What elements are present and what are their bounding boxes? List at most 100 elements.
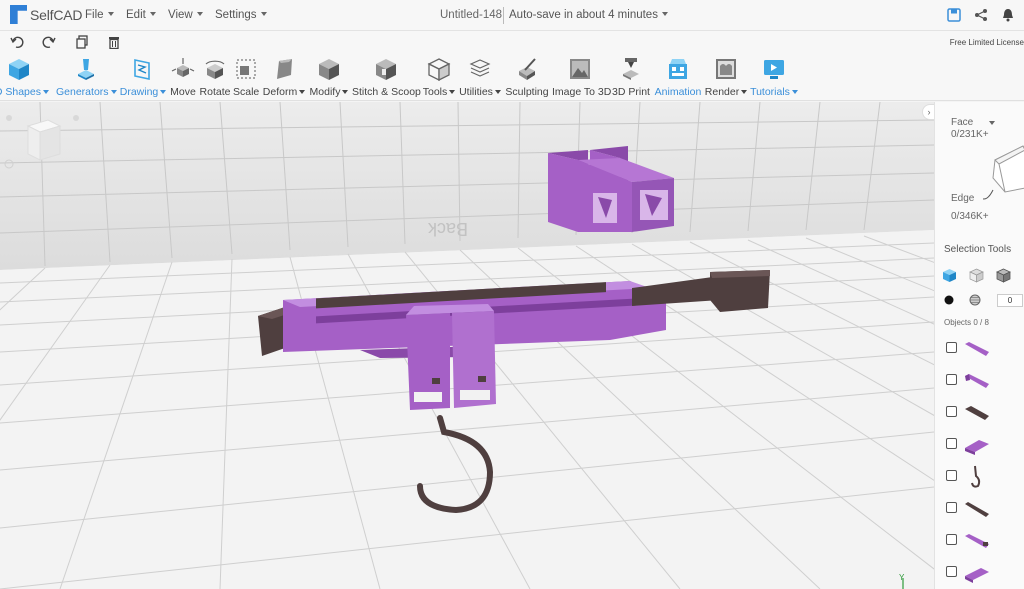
- object-checkbox[interactable]: [946, 342, 957, 353]
- undo-icon[interactable]: [10, 35, 24, 49]
- object-thumbnail: [965, 502, 989, 517]
- select-face-icon[interactable]: [969, 268, 984, 283]
- redo-icon[interactable]: [42, 35, 56, 49]
- quick-actions-bar: Free Limited License: [0, 31, 1024, 53]
- cube-icon: [9, 59, 29, 80]
- tool-deform[interactable]: Deform: [262, 53, 306, 101]
- animation-icon: [669, 59, 687, 79]
- notification-bell-icon[interactable]: [1001, 8, 1015, 22]
- move-icon: [171, 58, 195, 77]
- object-thumbnail: [965, 568, 989, 583]
- object-row[interactable]: [935, 492, 1024, 524]
- object-row[interactable]: [935, 364, 1024, 396]
- tool-render[interactable]: Render: [704, 53, 748, 101]
- modify-icon: [319, 59, 339, 80]
- scale-icon: [236, 59, 256, 79]
- document-title[interactable]: Untitled-148: [440, 9, 502, 21]
- object-checkbox[interactable]: [946, 502, 957, 513]
- light-icon[interactable]: [73, 115, 79, 121]
- y-axis-label: Y: [899, 573, 905, 582]
- object-row[interactable]: [935, 524, 1024, 556]
- 3d-viewport[interactable]: Back Y: [0, 102, 934, 589]
- selection-tools-label: Selection Tools: [944, 244, 1012, 255]
- share-icon[interactable]: [974, 8, 988, 22]
- object-thumbnail: [965, 342, 989, 356]
- face-label: Face: [951, 117, 974, 128]
- select-object-icon[interactable]: [942, 268, 957, 283]
- selection-size-input[interactable]: 0: [997, 294, 1023, 307]
- autosave-status[interactable]: Auto-save in about 4 minutes: [503, 7, 668, 24]
- stitch-scoop-icon: [376, 59, 396, 80]
- object-thumbnail: [965, 440, 989, 455]
- scene-canvas[interactable]: Back Y: [0, 102, 934, 589]
- tool-3d-shapes[interactable]: 3D Shapes: [0, 53, 52, 101]
- object-row[interactable]: [935, 396, 1024, 428]
- tool-tutorials[interactable]: Tutorials: [750, 53, 798, 101]
- object-thumbnail: [965, 406, 989, 420]
- generator-pin-icon: [78, 59, 94, 80]
- save-icon[interactable]: [947, 8, 961, 22]
- tool-tools[interactable]: Tools: [422, 53, 456, 101]
- mesh-select-icon[interactable]: [969, 294, 981, 306]
- select-edge-icon[interactable]: [996, 268, 1011, 283]
- object-checkbox[interactable]: [946, 406, 957, 417]
- tool-3d-print[interactable]: 3D Print: [612, 53, 650, 101]
- home-view-icon[interactable]: [6, 115, 12, 121]
- rotate-icon: [205, 60, 225, 79]
- object-thumbnail: [965, 534, 989, 548]
- license-label[interactable]: Free Limited License: [950, 38, 1024, 47]
- tool-drawing[interactable]: Drawing: [118, 53, 168, 101]
- deform-icon: [277, 59, 292, 79]
- object-row[interactable]: [935, 332, 1024, 364]
- objects-count-label: Objects 0 / 8: [944, 318, 989, 327]
- edge-count: 0/346K+: [951, 211, 989, 222]
- object-row[interactable]: [935, 460, 1024, 492]
- tutorials-icon: [764, 60, 784, 79]
- tool-scale[interactable]: Scale: [233, 53, 259, 101]
- tool-stitch-scoop[interactable]: Stitch & Scoop: [352, 53, 421, 101]
- menu-bar: SelfCAD File Edit View Settings Untitled…: [0, 0, 1024, 31]
- navigation-cube[interactable]: [983, 130, 1024, 200]
- edge-label: Edge: [951, 193, 975, 204]
- delete-icon[interactable]: [107, 35, 121, 49]
- object-thumbnail: [971, 465, 981, 488]
- face-count: 0/231K+: [951, 129, 989, 140]
- object-checkbox[interactable]: [946, 438, 957, 449]
- tool-move[interactable]: Move: [168, 53, 198, 101]
- sculpting-icon: [519, 58, 536, 80]
- menu-view[interactable]: View: [168, 9, 203, 21]
- render-icon: [716, 59, 736, 79]
- dot-select-icon[interactable]: [944, 295, 954, 305]
- view-cube[interactable]: [26, 119, 62, 161]
- main-toolbar: 3D Shapes Generators Drawing Move Rotate…: [0, 53, 1024, 101]
- utilities-icon: [469, 59, 491, 77]
- tool-animation[interactable]: Animation: [654, 53, 702, 101]
- tool-utilities[interactable]: Utilities: [458, 53, 502, 101]
- tools-icon: [427, 58, 451, 81]
- object-checkbox[interactable]: [946, 470, 957, 481]
- tool-sculpting[interactable]: Sculpting: [504, 53, 550, 101]
- printer-icon: [623, 58, 639, 80]
- object-checkbox[interactable]: [946, 534, 957, 545]
- object-checkbox[interactable]: [946, 374, 957, 385]
- copy-icon[interactable]: [75, 35, 89, 49]
- menu-file[interactable]: File: [85, 9, 114, 21]
- tool-generators[interactable]: Generators: [56, 53, 116, 101]
- tool-image-to-3d[interactable]: Image To 3D: [552, 53, 611, 101]
- object-row[interactable]: [935, 428, 1024, 460]
- back-wall-label: Back: [427, 219, 468, 239]
- brand-name: SelfCAD: [30, 6, 83, 23]
- image-icon: [570, 59, 590, 79]
- menu-edit[interactable]: Edit: [126, 9, 156, 21]
- selfcad-logo-icon: [10, 5, 27, 24]
- chevron-down-icon[interactable]: [989, 121, 995, 125]
- selfcad-logo[interactable]: SelfCAD: [10, 5, 82, 24]
- object-thumbnail: [965, 374, 989, 388]
- object-checkbox[interactable]: [946, 566, 957, 577]
- tool-rotate[interactable]: Rotate: [198, 53, 232, 101]
- menu-settings[interactable]: Settings: [215, 9, 267, 21]
- object-row[interactable]: [935, 556, 1024, 588]
- tool-modify[interactable]: Modify: [308, 53, 350, 101]
- drawing-icon: [134, 59, 150, 80]
- right-panel: Face 0/231K+ Edge 0/346K+ Selection Tool…: [934, 102, 1024, 589]
